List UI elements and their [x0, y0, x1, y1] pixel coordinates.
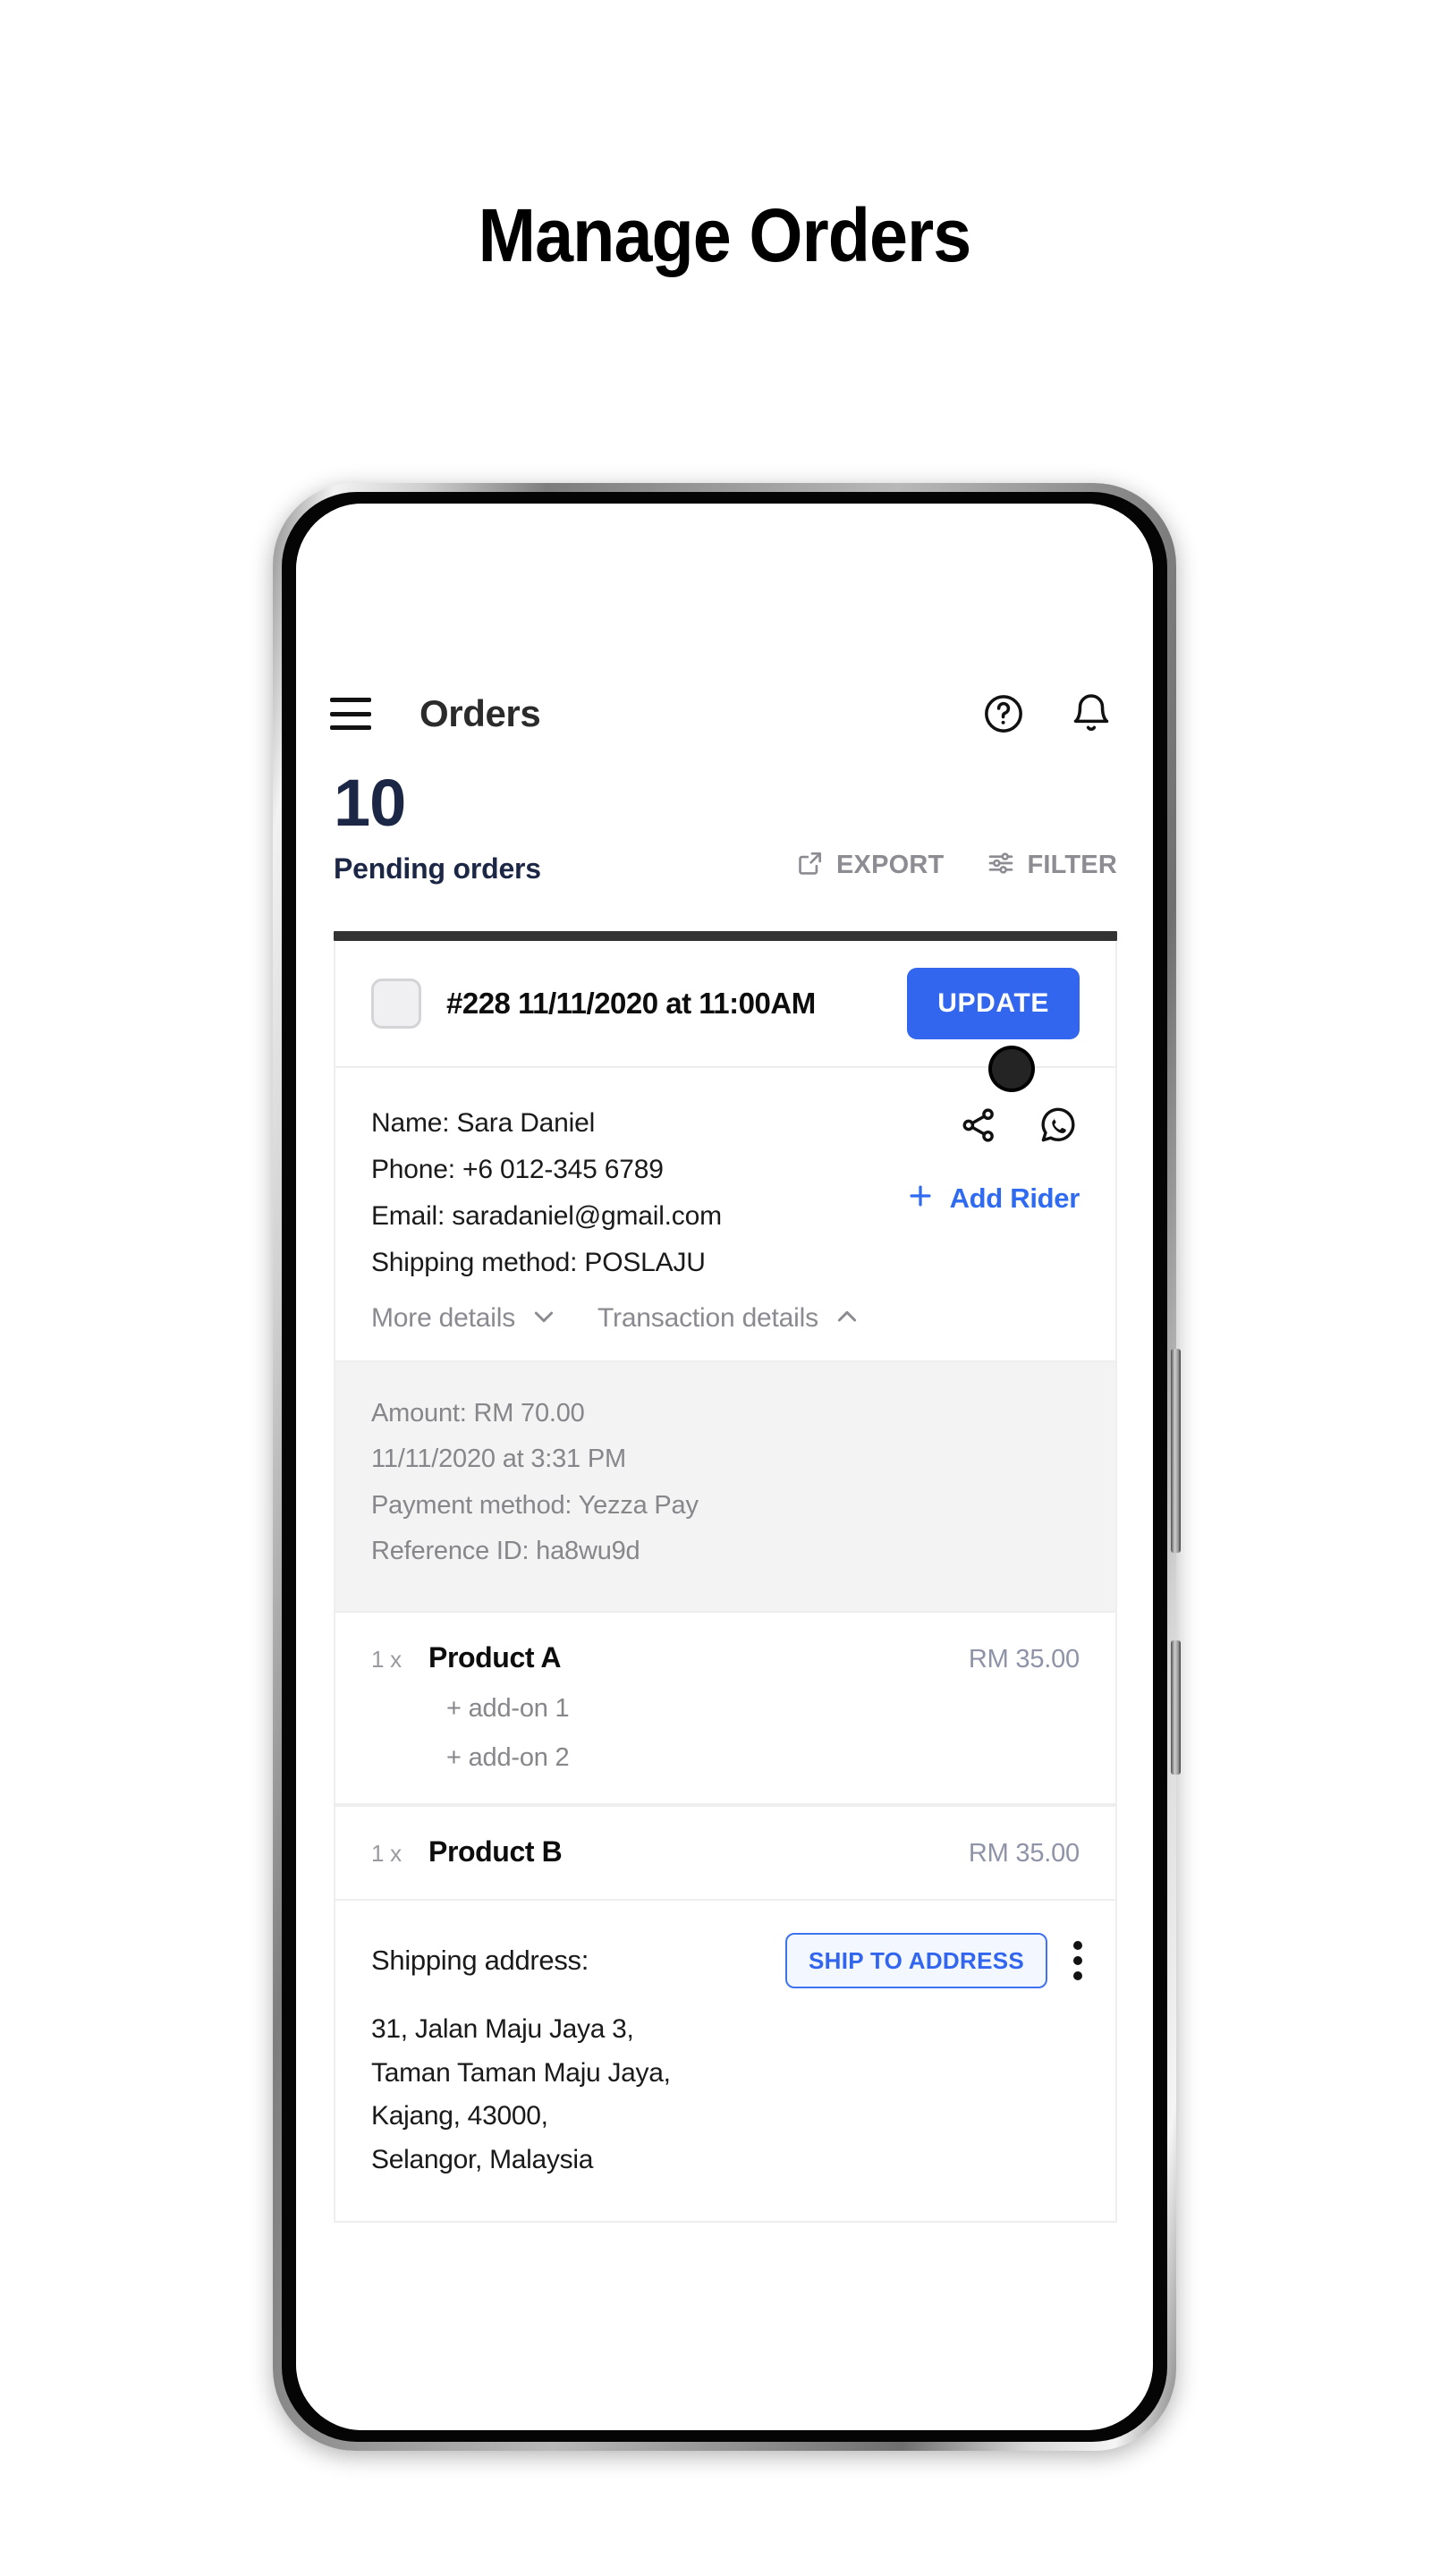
app-bar-actions — [981, 691, 1114, 736]
page-root: Manage Orders Orders 10 Pending orders E… — [0, 0, 1449, 2576]
address-line: Kajang, 43000, — [371, 2101, 548, 2131]
pending-orders-label: Pending orders — [334, 852, 541, 886]
product-quantity: 1 x — [371, 1840, 402, 1867]
bell-icon[interactable] — [1069, 691, 1114, 736]
filter-button[interactable]: FILTER — [987, 849, 1117, 882]
help-circle-icon[interactable] — [981, 691, 1026, 736]
address-line: Selangor, Malaysia — [371, 2144, 594, 2174]
address-line: 31, Jalan Maju Jaya 3, — [371, 2014, 634, 2044]
add-rider-button[interactable]: Add Rider — [905, 1181, 1080, 1216]
product-price: RM 35.00 — [968, 1645, 1080, 1674]
address-line: Taman Taman Maju Jaya, — [371, 2057, 671, 2088]
filter-label: FILTER — [1027, 851, 1117, 880]
summary-block: 10 Pending orders EXPORT FILTER — [296, 766, 1153, 886]
more-details-toggle[interactable]: More details — [371, 1302, 558, 1335]
product-price: RM 35.00 — [968, 1839, 1080, 1868]
customer-phone: Phone: +6 012-345 6789 — [371, 1154, 664, 1184]
summary-actions: EXPORT FILTER — [796, 849, 1117, 886]
order-id-label: #228 11/11/2020 at 11:00AM — [446, 987, 816, 1020]
table-row: 1 x Product B RM 35.00 — [335, 1805, 1115, 1901]
update-button[interactable]: UPDATE — [907, 968, 1080, 1039]
add-rider-label: Add Rider — [949, 1182, 1080, 1214]
phone-bezel: Orders 10 Pending orders EXPORT FILTER #… — [282, 492, 1167, 2442]
transaction-details-panel: Amount: RM 70.00 11/11/2020 at 3:31 PM P… — [335, 1361, 1115, 1611]
whatsapp-icon[interactable] — [1037, 1104, 1080, 1147]
transaction-reference-id: Reference ID: ha8wu9d — [371, 1537, 640, 1566]
shipping-address-label: Shipping address: — [371, 1945, 589, 1976]
order-select-checkbox[interactable] — [371, 979, 421, 1029]
external-link-icon — [796, 849, 825, 882]
customer-details-section: Name: Sara Daniel Phone: +6 012-345 6789… — [335, 1068, 1115, 1362]
shipping-header: Shipping address: SHIP TO ADDRESS — [371, 1933, 1085, 1988]
product-main-line: 1 x Product B RM 35.00 — [371, 1835, 1080, 1868]
app-bar-title: Orders — [419, 692, 541, 734]
transaction-amount: Amount: RM 70.00 — [371, 1398, 585, 1428]
more-vertical-icon[interactable] — [1071, 1933, 1085, 1988]
product-main-line: 1 x Product A RM 35.00 — [371, 1641, 1080, 1674]
product-name: Product A — [428, 1641, 562, 1674]
plus-icon — [905, 1181, 936, 1216]
product-quantity: 1 x — [371, 1646, 402, 1673]
order-card: #228 11/11/2020 at 11:00AM UPDATE Name: … — [334, 941, 1117, 2224]
shipping-address-block: 31, Jalan Maju Jaya 3, Taman Taman Maju … — [371, 2008, 1085, 2182]
phone-screen: Orders 10 Pending orders EXPORT FILTER #… — [296, 504, 1153, 2430]
product-addon: + add-on 1 — [446, 1694, 570, 1723]
transaction-datetime: 11/11/2020 at 3:31 PM — [371, 1445, 626, 1474]
order-card-header: #228 11/11/2020 at 11:00AM UPDATE — [335, 941, 1115, 1068]
active-tab-indicator — [334, 931, 1117, 941]
table-row: 1 x Product A RM 35.00 + add-on 1 + add-… — [335, 1611, 1115, 1805]
summary-row: Pending orders EXPORT FILTER — [334, 849, 1117, 886]
transaction-payment-method: Payment method: Yezza Pay — [371, 1490, 699, 1520]
volume-button[interactable] — [1171, 1349, 1181, 1553]
shipping-method: Shipping method: POSLAJU — [371, 1247, 706, 1277]
transaction-details-toggle[interactable]: Transaction details — [597, 1302, 861, 1335]
customer-actions: Add Rider — [874, 1100, 1080, 1335]
app-viewport: Orders 10 Pending orders EXPORT FILTER #… — [296, 504, 1153, 2430]
ship-to-address-button[interactable]: SHIP TO ADDRESS — [785, 1933, 1047, 1988]
contact-icons — [958, 1104, 1080, 1147]
hamburger-menu-icon[interactable] — [330, 698, 371, 730]
chevron-up-icon — [833, 1302, 861, 1335]
more-details-label: More details — [371, 1303, 516, 1334]
front-camera-punch-hole — [992, 1049, 1031, 1089]
product-addon: + add-on 2 — [446, 1743, 570, 1772]
shipping-address-section: Shipping address: SHIP TO ADDRESS 31, Ja… — [335, 1901, 1115, 2221]
app-bar: Orders — [296, 665, 1153, 763]
sliders-icon — [987, 849, 1015, 882]
export-button[interactable]: EXPORT — [796, 849, 944, 882]
chevron-down-icon — [530, 1302, 558, 1335]
phone-frame: Orders 10 Pending orders EXPORT FILTER #… — [273, 483, 1181, 2451]
product-name: Product B — [428, 1835, 563, 1868]
share-icon[interactable] — [958, 1105, 999, 1146]
customer-email: Email: saradaniel@gmail.com — [371, 1200, 722, 1231]
customer-name: Name: Sara Daniel — [371, 1108, 596, 1138]
customer-info: Name: Sara Daniel Phone: +6 012-345 6789… — [371, 1100, 874, 1335]
pending-orders-count: 10 — [334, 766, 406, 840]
power-button[interactable] — [1171, 1640, 1181, 1775]
transaction-details-label: Transaction details — [597, 1303, 818, 1334]
page-title: Manage Orders — [478, 193, 972, 277]
details-toggles: More details Transaction details — [371, 1302, 874, 1335]
export-label: EXPORT — [836, 851, 945, 880]
